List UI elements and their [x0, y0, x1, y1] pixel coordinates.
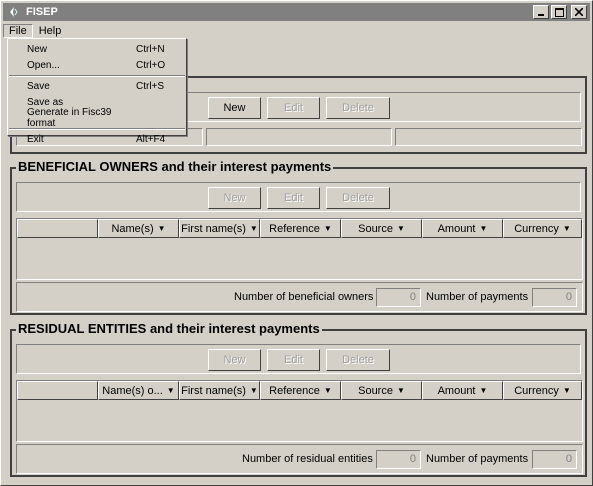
column-label: First name(s)	[181, 384, 246, 397]
menu-item-label: New	[27, 44, 48, 56]
menu-item-label: Save	[27, 81, 50, 93]
menu-item-label: Exit	[27, 133, 44, 145]
column-header-names[interactable]: Name(s) o... ▼	[98, 381, 179, 400]
column-header-currency[interactable]: Currency ▼	[503, 219, 582, 238]
sort-arrow-icon: ▼	[166, 386, 175, 395]
column-header-reference[interactable]: Reference ▼	[260, 219, 341, 238]
beneficial-owners-delete-button[interactable]: Delete	[326, 187, 390, 209]
menu-bar: File Help	[3, 22, 590, 39]
menu-item-accelerator: Ctrl+N	[136, 44, 165, 56]
menu-help[interactable]: Help	[33, 24, 68, 38]
beneficial-owners-edit-button[interactable]: Edit	[267, 187, 320, 209]
table-header: Name(s) o... ▼ First name(s) ▼ Reference ▼ …	[17, 381, 582, 400]
beneficial-owners-payments-field: 0	[532, 288, 577, 307]
residual-entities-count-field: 0	[376, 450, 421, 469]
paying-agent-edit-button[interactable]: Edit	[267, 97, 320, 119]
beneficial-owners-group: BENEFICIAL OWNERS and their interest pay…	[10, 159, 587, 315]
residual-entities-payments-label: Number of payments	[426, 453, 529, 465]
menu-item-new[interactable]: New Ctrl+N	[8, 42, 186, 58]
menu-item-label: Open...	[27, 59, 60, 71]
residual-entities-new-button[interactable]: New	[208, 349, 261, 371]
column-header-names[interactable]: Name(s) ▼	[98, 219, 179, 238]
sort-arrow-icon: ▼	[323, 386, 332, 395]
residual-entities-footer: Number of residual entities 0 Number of …	[16, 444, 583, 474]
minimize-button[interactable]	[533, 5, 549, 19]
window-title: FISEP	[26, 6, 58, 18]
menu-separator	[9, 75, 185, 77]
column-label: Amount	[437, 222, 476, 235]
column-label: Currency	[514, 384, 559, 397]
paying-agent-field-2[interactable]	[206, 128, 392, 146]
residual-entities-count-label: Number of residual entities	[242, 453, 373, 465]
column-header-currency[interactable]: Currency ▼	[503, 381, 582, 400]
java-cup-icon	[6, 4, 22, 20]
residual-entities-title: RESIDUAL ENTITIES and their interest pay…	[16, 321, 322, 336]
beneficial-owners-footer: Number of beneficial owners 0 Number of …	[16, 282, 583, 312]
close-icon	[575, 8, 583, 16]
column-header-source[interactable]: Source ▼	[341, 381, 422, 400]
column-header-reference[interactable]: Reference ▼	[260, 381, 341, 400]
sort-arrow-icon: ▼	[323, 224, 332, 233]
sort-arrow-icon: ▼	[479, 386, 488, 395]
maximize-icon	[554, 7, 564, 17]
paying-agent-delete-button[interactable]: Delete	[326, 97, 390, 119]
column-label: Source	[358, 384, 393, 397]
menu-item-accelerator: Ctrl+O	[136, 59, 166, 71]
column-header-first-names[interactable]: First name(s) ▼	[179, 219, 260, 238]
main-window: FISEP File Help New Edit Delete BENEFICI…	[0, 0, 593, 486]
file-menu-dropdown: New Ctrl+N Open... Ctrl+O Save Ctrl+S Save …	[7, 38, 187, 145]
column-label: Name(s) o...	[102, 384, 163, 397]
column-label: Reference	[269, 384, 320, 397]
menu-item-accelerator: Alt+F4	[136, 133, 166, 145]
sort-arrow-icon: ▼	[396, 224, 405, 233]
residual-entities-delete-button[interactable]: Delete	[326, 349, 390, 371]
menu-item-open[interactable]: Open... Ctrl+O	[8, 58, 186, 74]
residual-entities-group: RESIDUAL ENTITIES and their interest pay…	[10, 321, 587, 477]
column-label: Name(s)	[111, 222, 154, 235]
title-bar[interactable]: FISEP	[3, 3, 590, 21]
sort-arrow-icon: ▼	[562, 386, 571, 395]
column-label: Amount	[437, 384, 476, 397]
beneficial-owners-toolbar: New Edit Delete	[16, 182, 581, 212]
beneficial-owners-table[interactable]: Name(s) ▼ First name(s) ▼ Reference ▼ Sourc…	[16, 218, 583, 280]
column-label: Source	[358, 222, 393, 235]
residual-entities-edit-button[interactable]: Edit	[267, 349, 320, 371]
residual-entities-table[interactable]: Name(s) o... ▼ First name(s) ▼ Reference ▼ …	[16, 380, 583, 442]
beneficial-owners-count-label: Number of beneficial owners	[234, 291, 374, 303]
beneficial-owners-title: BENEFICIAL OWNERS and their interest pay…	[16, 159, 334, 174]
minimize-icon	[538, 14, 544, 16]
sort-arrow-icon: ▼	[562, 224, 571, 233]
column-header-source[interactable]: Source ▼	[341, 219, 422, 238]
beneficial-owners-new-button[interactable]: New	[208, 187, 261, 209]
beneficial-owners-payments-label: Number of payments	[426, 291, 529, 303]
menu-item-accelerator: Ctrl+S	[136, 81, 165, 93]
sort-arrow-icon: ▼	[396, 386, 405, 395]
sort-arrow-icon: ▼	[479, 224, 488, 233]
menu-file[interactable]: File	[3, 23, 33, 38]
sort-arrow-icon: ▼	[249, 224, 258, 233]
column-header-first-names[interactable]: First name(s) ▼	[179, 381, 260, 400]
menu-item-label: Generate in Fisc39 format	[27, 106, 112, 129]
paying-agent-new-button[interactable]: New	[208, 97, 261, 119]
column-header-blank[interactable]	[17, 381, 98, 400]
maximize-button[interactable]	[551, 5, 567, 19]
column-label: Reference	[269, 222, 320, 235]
column-label: Currency	[514, 222, 559, 235]
column-label: First name(s)	[181, 222, 246, 235]
table-header: Name(s) ▼ First name(s) ▼ Reference ▼ Sourc…	[17, 219, 582, 238]
beneficial-owners-count-field: 0	[376, 288, 421, 307]
column-header-amount[interactable]: Amount ▼	[422, 219, 503, 238]
close-button[interactable]	[571, 5, 587, 19]
sort-arrow-icon: ▼	[157, 224, 166, 233]
sort-arrow-icon: ▼	[249, 386, 258, 395]
paying-agent-field-3[interactable]	[395, 128, 582, 146]
residual-entities-toolbar: New Edit Delete	[16, 344, 581, 374]
column-header-blank[interactable]	[17, 219, 98, 238]
menu-item-exit[interactable]: Exit Alt+F4	[8, 132, 186, 148]
column-header-amount[interactable]: Amount ▼	[422, 381, 503, 400]
residual-entities-payments-field: 0	[532, 450, 577, 469]
menu-item-save[interactable]: Save Ctrl+S	[8, 79, 186, 95]
menu-item-generate-fisc39[interactable]: Generate in Fisc39 format	[8, 106, 186, 129]
